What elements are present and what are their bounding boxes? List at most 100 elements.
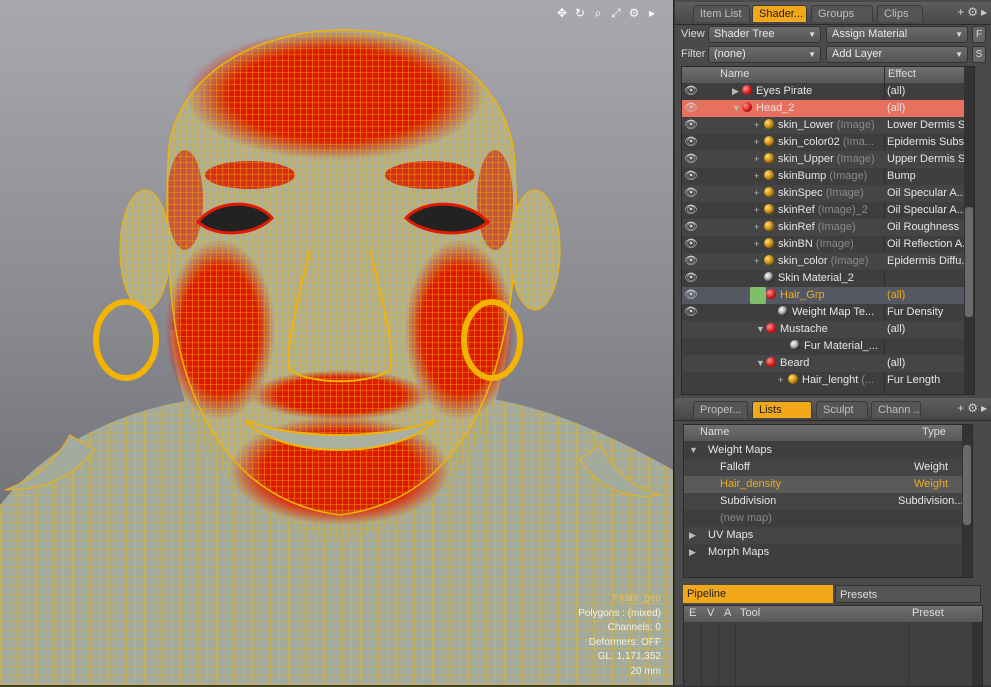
- material-group-icon: [742, 102, 752, 112]
- column-e[interactable]: E: [689, 607, 696, 619]
- tree-row[interactable]: Fur Material_...: [682, 338, 974, 355]
- scrollbar-thumb[interactable]: [963, 445, 971, 525]
- visibility-eye-icon[interactable]: 👁: [684, 185, 698, 202]
- tab-groups[interactable]: Groups: [811, 5, 873, 22]
- scrollbar-thumb[interactable]: [965, 207, 973, 317]
- visibility-eye-icon[interactable]: 👁: [684, 117, 698, 134]
- gear-icon[interactable]: ⚙: [967, 5, 978, 19]
- add-tab-icon[interactable]: +: [957, 5, 964, 19]
- column-effect[interactable]: Effect: [888, 68, 916, 80]
- shader-tree-scrollbar[interactable]: [964, 67, 974, 394]
- visibility-eye-icon[interactable]: 👁: [684, 100, 698, 117]
- tree-row[interactable]: 👁 + skin_color (Image) Epidermis Diffu...: [682, 253, 974, 270]
- tab-lists[interactable]: Lists: [752, 401, 812, 418]
- tab-clips[interactable]: Clips: [877, 5, 923, 22]
- add-layer-dropdown[interactable]: Add Layer ▼: [826, 46, 968, 63]
- assign-material-dropdown[interactable]: Assign Material ▼: [826, 26, 968, 43]
- filter-label: Filter: [681, 48, 706, 60]
- image-layer-icon: [764, 255, 774, 265]
- gear-icon[interactable]: ⚙: [967, 401, 978, 415]
- mesh-name: Pirate_geo: [612, 593, 661, 604]
- visibility-eye-icon[interactable]: 👁: [684, 202, 698, 219]
- visibility-eye-icon[interactable]: 👁: [684, 134, 698, 151]
- list-item-weight-maps[interactable]: ▼ Weight Maps: [684, 442, 972, 459]
- bottom-tab-icons: + ⚙ ▸: [957, 401, 987, 415]
- visibility-eye-icon[interactable]: 👁: [684, 270, 698, 287]
- visibility-eye-icon[interactable]: 👁: [684, 151, 698, 168]
- list-item-morph-maps[interactable]: ▶ Morph Maps: [684, 544, 972, 561]
- fit-icon[interactable]: ⤢: [609, 6, 623, 20]
- expand-icon[interactable]: ▸: [645, 6, 659, 20]
- panel-menu-icon[interactable]: ▸: [981, 5, 987, 19]
- deformers-info: Deformers: OFF: [588, 636, 661, 648]
- tree-row[interactable]: + Hair_lenght (... Fur Length: [682, 372, 974, 389]
- filter-row: Filter (none) ▼ Add Layer ▼ S: [675, 45, 991, 65]
- visibility-eye-icon[interactable]: 👁: [684, 219, 698, 236]
- column-type[interactable]: Type: [922, 426, 946, 438]
- move-icon[interactable]: ✥: [555, 6, 569, 20]
- s-button[interactable]: S: [972, 46, 986, 63]
- tree-row[interactable]: 👁 + skinRef (Image)_2 Oil Specular A...: [682, 202, 974, 219]
- tab-shader-tree[interactable]: Shader...: [752, 5, 807, 22]
- tab-presets[interactable]: Presets: [835, 585, 981, 603]
- tree-row[interactable]: 👁 + skinRef (Image) Oil Roughness: [682, 219, 974, 236]
- chevron-down-icon: ▼: [955, 30, 963, 39]
- visibility-eye-icon[interactable]: 👁: [684, 236, 698, 253]
- 3d-viewport[interactable]: ✥ ↻ ⌕ ⤢ ⚙ ▸ Pirate_geo Polygons : (mixed…: [0, 0, 674, 685]
- view-row: View Shader Tree ▼ Assign Material ▼ F: [675, 25, 991, 45]
- filter-dropdown[interactable]: (none) ▼: [708, 46, 821, 63]
- image-layer-icon: [764, 136, 774, 146]
- visibility-eye-icon[interactable]: 👁: [684, 83, 698, 100]
- tree-row[interactable]: 👁 + skinSpec (Image) Oil Specular A...: [682, 185, 974, 202]
- tree-row[interactable]: 👁 ▶ Eyes Pirate (all): [682, 83, 974, 100]
- add-tab-icon[interactable]: +: [957, 401, 964, 415]
- tab-item-list[interactable]: Item List: [693, 5, 750, 22]
- tree-row[interactable]: 👁 Weight Map Te... Fur Density: [682, 304, 974, 321]
- tab-sculpt[interactable]: Sculpt: [816, 401, 868, 418]
- tree-row[interactable]: 👁 Hair_Grp (all): [682, 287, 974, 304]
- list-scrollbar[interactable]: [962, 425, 972, 577]
- tab-properties[interactable]: Proper...: [693, 401, 748, 418]
- new-map-item[interactable]: (new map): [684, 510, 972, 527]
- list-item-uv-maps[interactable]: ▶ UV Maps: [684, 527, 972, 544]
- column-tool[interactable]: Tool: [740, 607, 760, 619]
- tree-row[interactable]: 👁 + skin_Upper (Image) Upper Dermis S...: [682, 151, 974, 168]
- tab-pipeline[interactable]: Pipeline: [683, 585, 833, 603]
- panel-menu-icon[interactable]: ▸: [981, 401, 987, 415]
- rotate-icon[interactable]: ↻: [573, 6, 587, 20]
- tree-row-selected[interactable]: 👁 ▼ Head_2 (all): [682, 100, 974, 117]
- list-item[interactable]: Falloff Weight: [684, 459, 972, 476]
- image-layer-icon: [764, 204, 774, 214]
- visibility-eye-icon[interactable]: 👁: [684, 287, 698, 304]
- material-group-icon: [766, 357, 776, 367]
- visibility-eye-icon[interactable]: 👁: [684, 168, 698, 185]
- visibility-eye-icon[interactable]: 👁: [684, 304, 698, 321]
- list-item-selected[interactable]: Hair_density Weight: [684, 476, 972, 493]
- polygons-info: Polygons : (mixed): [578, 607, 661, 619]
- tree-row[interactable]: 👁 + skin_color02 (Ima... Epidermis Subs...: [682, 134, 974, 151]
- visibility-eye-icon[interactable]: 👁: [684, 253, 698, 270]
- tree-row[interactable]: ▼ Beard (all): [682, 355, 974, 372]
- viewport-info-overlay: Pirate_geo Polygons : (mixed) Channels: …: [578, 592, 661, 679]
- column-v[interactable]: V: [707, 607, 714, 619]
- zoom-icon[interactable]: ⌕: [591, 6, 605, 20]
- tree-row[interactable]: ▼ Mustache (all): [682, 321, 974, 338]
- tree-row[interactable]: 👁 + skin_Lower (Image) Lower Dermis S...: [682, 117, 974, 134]
- pipeline-scrollbar[interactable]: [972, 622, 982, 686]
- image-layer-icon: [764, 221, 774, 231]
- view-dropdown[interactable]: Shader Tree ▼: [708, 26, 821, 43]
- tab-channels[interactable]: Chann ...: [871, 401, 921, 418]
- chevron-down-icon: ▼: [808, 50, 816, 59]
- settings-icon[interactable]: ⚙: [627, 6, 641, 20]
- tree-row[interactable]: 👁 + skinBN (Image) Oil Reflection A...: [682, 236, 974, 253]
- column-name[interactable]: Name: [700, 426, 729, 438]
- expand-arrow-icon: ▶: [689, 530, 696, 540]
- collapse-arrow-icon: ▼: [732, 103, 741, 113]
- f-button[interactable]: F: [972, 26, 986, 43]
- tree-row[interactable]: 👁 Skin Material_2: [682, 270, 974, 287]
- list-item[interactable]: Subdivision Subdivision...: [684, 493, 972, 510]
- column-a[interactable]: A: [724, 607, 731, 619]
- tree-row[interactable]: 👁 + skinBump (Image) Bump: [682, 168, 974, 185]
- column-preset[interactable]: Preset: [912, 607, 944, 619]
- column-name[interactable]: Name: [720, 68, 749, 80]
